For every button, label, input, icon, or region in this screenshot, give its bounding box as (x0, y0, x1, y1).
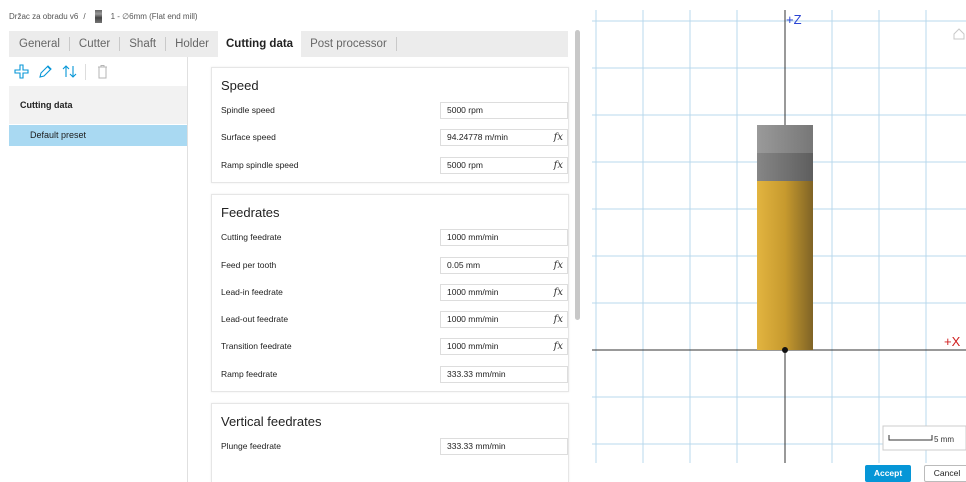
surface-speed-row: Surface speed 94.24778 m/min fx (221, 128, 568, 146)
tab-general[interactable]: General (9, 37, 70, 51)
field-value: 333.33 mm/min (447, 368, 506, 379)
tab-post-processor[interactable]: Post processor (301, 37, 397, 51)
ramp-spindle-speed-row: Ramp spindle speed 5000 rpm fx (221, 156, 568, 174)
formula-icon[interactable]: fx (554, 258, 563, 273)
spindle-speed-row: Spindle speed 5000 rpm (221, 101, 568, 119)
cutting-feedrate-field[interactable]: 1000 mm/min (440, 228, 568, 246)
scale-bar: 5 mm (882, 425, 966, 451)
formula-icon[interactable]: fx (554, 130, 563, 145)
plunge-feedrate-field[interactable]: 333.33 mm/min (440, 437, 568, 455)
ramp-spindle-speed-field[interactable]: 5000 rpm fx (440, 156, 568, 174)
feed-per-tooth-field[interactable]: 0.05 mm fx (440, 256, 568, 274)
cutter-body (757, 181, 813, 350)
tab-bar: General Cutter Shaft Holder Cutting data… (9, 31, 568, 57)
field-value: 5000 rpm (447, 159, 483, 170)
transition-feedrate-field[interactable]: 1000 mm/min fx (440, 337, 568, 355)
preset-item-default[interactable]: Default preset (9, 125, 187, 146)
field-value: 0.05 mm (447, 259, 481, 270)
cutting-feedrate-row: Cutting feedrate 1000 mm/min (221, 228, 568, 246)
ramp-feedrate-row: Ramp feedrate 333.33 mm/min (221, 365, 568, 383)
sort-icon[interactable] (61, 64, 77, 80)
lead-in-feedrate-row: Lead-in feedrate 1000 mm/min fx (221, 283, 568, 301)
form-scrollbar[interactable] (575, 30, 580, 320)
cutting-data-header: Cutting data (9, 86, 187, 124)
accept-button[interactable]: Accept (865, 465, 911, 482)
lead-out-feedrate-row: Lead-out feedrate 1000 mm/min fx (221, 310, 568, 328)
transition-feedrate-row: Transition feedrate 1000 mm/min fx (221, 337, 568, 355)
scale-label: 5 mm (934, 435, 954, 444)
spindle-speed-field[interactable]: 5000 rpm (440, 101, 568, 119)
breadcrumb-parent[interactable]: Držac za obradu v6 (9, 12, 78, 21)
field-label: Spindle speed (221, 105, 275, 115)
breadcrumb: Držac za obradu v6 / 1 - ∅6mm (Flat end … (9, 10, 198, 23)
section-title: Speed (221, 78, 259, 93)
vertical-feedrates-section: Vertical feedrates Plunge feedrate 333.3… (211, 403, 569, 482)
preset-toolbar (9, 57, 191, 86)
feedrates-section: Feedrates Cutting feedrate 1000 mm/min F… (211, 194, 569, 392)
home-view-icon[interactable] (953, 28, 965, 40)
x-axis-label: +X (944, 334, 961, 349)
lead-in-feedrate-field[interactable]: 1000 mm/min fx (440, 283, 568, 301)
formula-icon[interactable]: fx (554, 312, 563, 327)
tab-shaft[interactable]: Shaft (120, 37, 167, 51)
holder-top (757, 125, 813, 153)
field-label: Ramp feedrate (221, 369, 278, 379)
field-value: 1000 mm/min (447, 340, 499, 351)
add-icon[interactable] (13, 64, 29, 80)
formula-icon[interactable]: fx (554, 339, 563, 354)
tab-cutting-data[interactable]: Cutting data (218, 31, 302, 57)
plunge-feedrate-row: Plunge feedrate 333.33 mm/min (221, 437, 568, 455)
lead-out-feedrate-field[interactable]: 1000 mm/min fx (440, 310, 568, 328)
tool-tip-point (782, 347, 788, 353)
field-label: Cutting feedrate (221, 232, 282, 242)
section-title: Vertical feedrates (221, 414, 322, 429)
tab-cutter[interactable]: Cutter (70, 37, 121, 51)
tool-preview-viewport[interactable]: +Z +X 5 mm (592, 10, 966, 463)
field-value: 333.33 mm/min (447, 440, 506, 451)
trash-icon[interactable] (94, 64, 110, 80)
field-label: Ramp spindle speed (221, 160, 299, 170)
surface-speed-field[interactable]: 94.24778 m/min fx (440, 128, 568, 146)
end-mill-icon (94, 10, 102, 23)
field-label: Lead-out feedrate (221, 314, 289, 324)
ramp-feedrate-field[interactable]: 333.33 mm/min (440, 365, 568, 383)
breadcrumb-separator: / (83, 12, 86, 21)
toolbar-divider (85, 63, 86, 80)
speed-section: Speed Spindle speed 5000 rpm Surface spe… (211, 67, 569, 183)
field-label: Lead-in feedrate (221, 287, 283, 297)
formula-icon[interactable]: fx (554, 285, 563, 300)
field-value: 1000 mm/min (447, 231, 499, 242)
field-label: Plunge feedrate (221, 441, 282, 451)
edit-icon[interactable] (37, 64, 53, 80)
field-label: Transition feedrate (221, 341, 292, 351)
field-label: Feed per tooth (221, 260, 277, 270)
field-label: Surface speed (221, 132, 276, 142)
z-axis-label: +Z (786, 12, 802, 27)
field-value: 1000 mm/min (447, 286, 499, 297)
tab-holder[interactable]: Holder (166, 37, 218, 51)
formula-icon[interactable]: fx (554, 158, 563, 173)
field-value: 5000 rpm (447, 104, 483, 115)
breadcrumb-tool: 1 - ∅6mm (Flat end mill) (110, 12, 198, 21)
preset-panel: Cutting data Default preset (9, 57, 188, 482)
field-value: 94.24778 m/min (447, 131, 508, 142)
section-title: Feedrates (221, 205, 280, 220)
preview-canvas: +Z +X 5 mm (592, 10, 966, 463)
holder-bottom (757, 153, 813, 181)
feed-per-tooth-row: Feed per tooth 0.05 mm fx (221, 256, 568, 274)
field-value: 1000 mm/min (447, 313, 499, 324)
cancel-button[interactable]: Cancel (924, 465, 966, 482)
